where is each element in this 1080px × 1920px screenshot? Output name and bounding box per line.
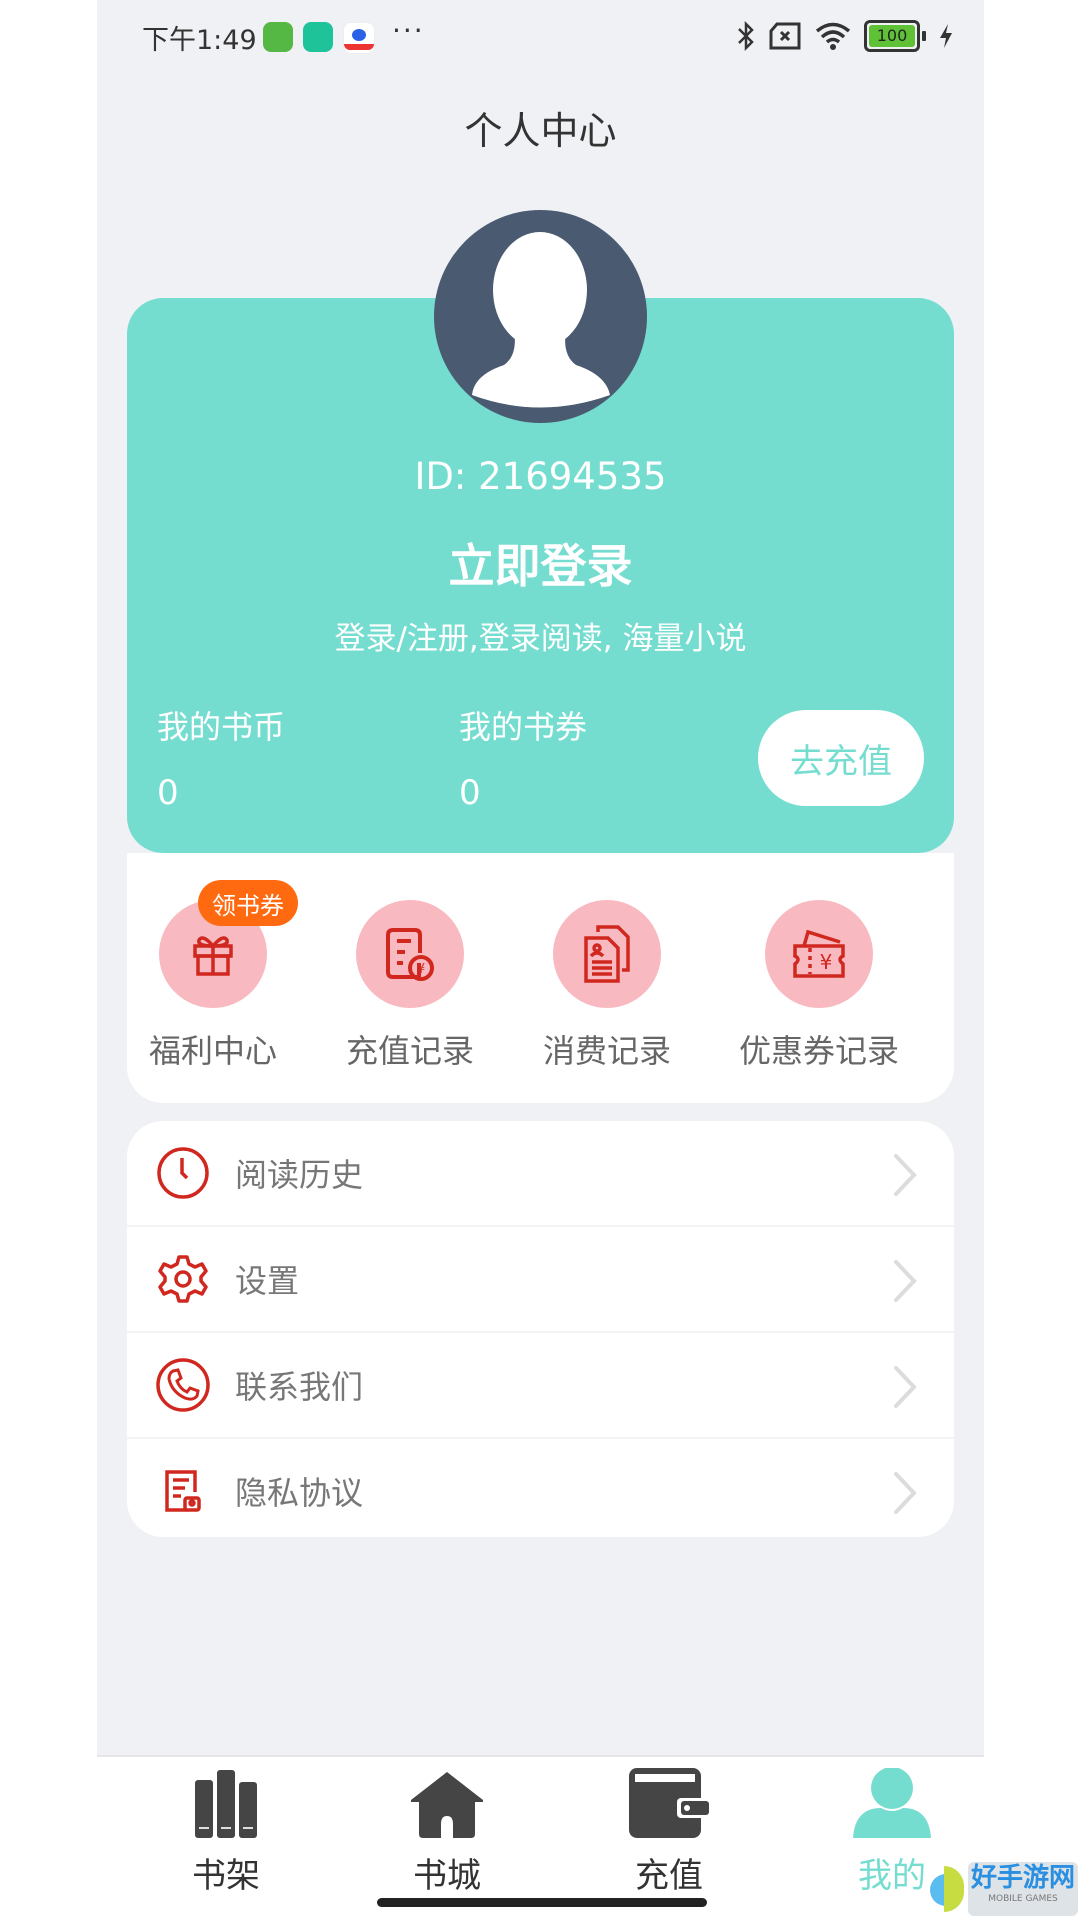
coins-label: 我的书币 — [157, 708, 286, 746]
chevron-right-icon — [894, 1260, 917, 1302]
clock-icon — [157, 1147, 209, 1199]
vouchers-label: 我的书券 — [459, 708, 588, 746]
status-time: 下午1:49 — [142, 25, 257, 56]
quick-action-label: 优惠券记录 — [738, 1032, 899, 1070]
icon-circle — [553, 900, 661, 1008]
wifi-icon — [815, 22, 851, 50]
home-indicator[interactable] — [377, 1898, 707, 1907]
gear-icon — [158, 1255, 208, 1303]
login-subtitle: 登录/注册,登录阅读, 海量小说 — [334, 621, 747, 657]
icon-circle: ¥ — [765, 900, 873, 1008]
quick-action-label: 消费记录 — [542, 1032, 671, 1070]
quick-action-coupon-record[interactable]: ¥ 优惠券记录 — [729, 900, 909, 1072]
menu-list: 阅读历史 设置 联系我们 隐私协议 — [127, 1121, 954, 1537]
phone-screen: 下午1:49 ··· 100 个人中心 ID: 21694535 立即登录 登录… — [97, 0, 984, 1920]
menu-item-label: 设置 — [235, 1262, 300, 1300]
row-icon-wrap — [155, 1463, 211, 1519]
default-avatar-icon — [472, 232, 610, 408]
row-icon-wrap — [155, 1145, 211, 1201]
more-notifications-icon: ··· — [392, 14, 425, 47]
bluetooth-icon — [738, 20, 754, 52]
svg-text:¥: ¥ — [417, 962, 425, 977]
vouchers-value: 0 — [459, 773, 481, 813]
battery-icon: 100 — [864, 20, 926, 52]
tab-bookshelf[interactable]: 书架 — [151, 1760, 301, 1897]
privacy-document-icon — [165, 1470, 201, 1512]
login-link[interactable]: 立即登录 — [97, 530, 984, 596]
menu-item-reading-history[interactable]: 阅读历史 — [127, 1121, 954, 1227]
menu-item-settings[interactable]: 设置 — [127, 1227, 954, 1333]
row-icon-wrap — [155, 1357, 211, 1413]
security-shield-icon — [303, 22, 333, 52]
tab-icon-wrap — [372, 1760, 522, 1838]
menu-item-label: 阅读历史 — [235, 1156, 364, 1194]
tab-icon-wrap — [817, 1760, 967, 1838]
user-id: ID: 21694535 — [414, 455, 667, 498]
quick-action-label: 充值记录 — [345, 1032, 474, 1070]
svg-text:¥: ¥ — [820, 950, 833, 974]
bookshelf-icon — [195, 1770, 257, 1838]
quick-action-recharge-record[interactable]: ¥ 充值记录 — [320, 900, 500, 1072]
recharge-button[interactable]: 去充值 — [758, 710, 924, 806]
tab-label: 书架 — [192, 1856, 260, 1896]
menu-item-label: 隐私协议 — [235, 1474, 364, 1512]
coupon-icon: ¥ — [793, 929, 845, 978]
battery-level: 100 — [869, 25, 915, 47]
watermark-title: 好手游网 — [970, 1863, 1075, 1893]
quick-action-label: 福利中心 — [148, 1032, 277, 1070]
no-sim-icon — [769, 22, 801, 50]
tab-bookstore[interactable]: 书城 — [372, 1760, 522, 1897]
tab-icon-wrap — [151, 1760, 301, 1838]
system-status-icons: 100 — [736, 20, 954, 52]
tab-label: 书城 — [413, 1856, 481, 1896]
claim-voucher-badge[interactable]: 领书券 — [198, 880, 298, 926]
tab-recharge[interactable]: 充值 — [594, 1760, 744, 1897]
user-icon — [853, 1768, 931, 1838]
menu-item-privacy-policy[interactable]: 隐私协议 — [127, 1439, 954, 1537]
icon-circle: ¥ — [356, 900, 464, 1008]
menu-item-label: 联系我们 — [235, 1368, 364, 1406]
home-icon — [411, 1772, 483, 1838]
chevron-right-icon — [894, 1472, 917, 1514]
gift-icon — [193, 936, 233, 976]
watermark-logo-icon — [930, 1866, 964, 1912]
documents-icon — [584, 925, 630, 983]
charging-icon — [940, 24, 952, 48]
watermark: 好手游网 MOBILE GAMES — [930, 1862, 1080, 1916]
wallet-icon — [629, 1768, 709, 1838]
coins-value: 0 — [157, 773, 179, 813]
tab-label: 充值 — [635, 1856, 703, 1896]
row-icon-wrap — [155, 1251, 211, 1307]
recharge-record-icon: ¥ — [386, 928, 434, 981]
phone-icon — [156, 1358, 210, 1412]
baidu-icon — [343, 22, 375, 54]
page-title: 个人中心 — [464, 109, 617, 153]
watermark-subtitle: MOBILE GAMES — [988, 1894, 1058, 1904]
avatar[interactable] — [434, 210, 647, 423]
tab-icon-wrap — [594, 1760, 744, 1838]
menu-item-contact-us[interactable]: 联系我们 — [127, 1333, 954, 1439]
chevron-right-icon — [894, 1366, 917, 1408]
chevron-right-icon — [894, 1154, 917, 1196]
quick-action-consumption-record[interactable]: 消费记录 — [517, 900, 697, 1072]
android-app-icon — [263, 22, 293, 52]
